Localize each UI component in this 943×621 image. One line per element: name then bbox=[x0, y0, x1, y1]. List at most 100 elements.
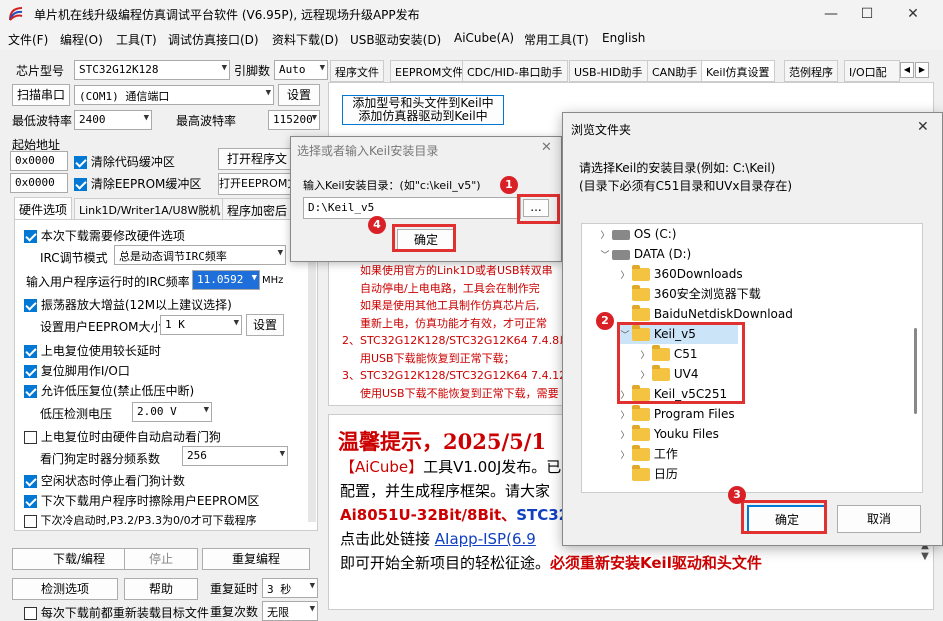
menu-debug[interactable]: 调试仿真接口(D) bbox=[168, 31, 259, 48]
pin-select[interactable]: Auto ▼ bbox=[274, 60, 328, 80]
browse-cancel-button[interactable]: 取消 bbox=[837, 505, 921, 533]
menu-usb-driver[interactable]: USB驱动安装(D) bbox=[350, 31, 441, 48]
browse-close-icon[interactable]: ✕ bbox=[917, 119, 929, 135]
amp-gain-checkbox[interactable]: 振荡器放大增益(12M以上建议选择) bbox=[24, 296, 232, 313]
scan-port-button[interactable]: 扫描串口 bbox=[12, 84, 70, 106]
max-baud-select[interactable]: 115200 ▼ bbox=[268, 110, 320, 130]
chevron-down-icon: ▼ bbox=[311, 113, 317, 123]
help-button[interactable]: 帮助 bbox=[124, 578, 198, 600]
tab-keil-sim[interactable]: Keil仿真设置 bbox=[701, 60, 775, 82]
erase-eeprom-checkbox[interactable]: 下次下载用户程序时擦除用户EEPROM区 bbox=[24, 492, 259, 509]
add-keil-header-button[interactable]: 添加型号和头文件到Keil中 添加仿真器驱动到Keil中 bbox=[342, 95, 504, 125]
tab-scroll-left-icon[interactable]: ◀ bbox=[900, 62, 914, 78]
port-settings-button[interactable]: 设置 bbox=[278, 84, 320, 106]
tree-item-baidunetdisk[interactable]: BaiduNetdiskDownload bbox=[618, 304, 793, 324]
highlight-browse bbox=[517, 194, 560, 224]
tab-examples[interactable]: 范例程序 bbox=[784, 60, 838, 82]
menu-english[interactable]: English bbox=[602, 31, 645, 45]
p32-checkbox[interactable]: 下次冷启动时,P3.2/P3.3为0/0才可下载程序 bbox=[24, 512, 257, 528]
tab-encrypt[interactable]: 程序加密后 bbox=[222, 198, 293, 220]
minimize-button[interactable]: — bbox=[816, 4, 846, 24]
maximize-button[interactable]: ☐ bbox=[852, 4, 882, 24]
idle-wdt-checkbox[interactable]: 空闲状态时停止看门狗计数 bbox=[24, 472, 185, 489]
folder-icon bbox=[632, 445, 650, 461]
eeprom-size-label: 设置用户EEPROM大小 bbox=[40, 320, 163, 334]
lvd-voltage-label: 低压检测电压 bbox=[40, 407, 113, 421]
tab-cdc-serial[interactable]: CDC/HID-串口助手 bbox=[462, 60, 568, 82]
dialog-close-icon[interactable]: ✕ bbox=[541, 140, 552, 155]
lvd-voltage-select[interactable]: 2.00 V ▼ bbox=[132, 402, 212, 422]
menu-file[interactable]: 文件(F) bbox=[8, 31, 48, 48]
tab-can[interactable]: CAN助手 bbox=[647, 60, 703, 82]
chevron-down-icon: ▼ bbox=[309, 604, 315, 614]
mhz-unit: MHz bbox=[262, 275, 284, 286]
chevron-down-icon: ▼ bbox=[265, 88, 271, 98]
max-baud-label: 最高波特率 bbox=[176, 114, 237, 128]
eeprom-size-select[interactable]: 1 K ▼ bbox=[160, 315, 242, 335]
folder-icon bbox=[632, 265, 650, 281]
menu-aicube[interactable]: AiCube(A) bbox=[454, 31, 514, 45]
drive-icon bbox=[612, 229, 630, 240]
open-program-button[interactable]: 打开程序文 bbox=[218, 148, 296, 170]
wdt-div-label: 看门狗定时器分频系数 bbox=[40, 452, 161, 466]
clear-code-checkbox[interactable]: 清除代码缓冲区 bbox=[74, 153, 175, 170]
tree-item-os-c[interactable]: 〉 OS (C:) bbox=[598, 224, 676, 244]
pin-label: 引脚数 bbox=[234, 64, 271, 78]
chevron-down-icon: ▼ bbox=[251, 273, 257, 283]
menu-downloads[interactable]: 资料下载(D) bbox=[272, 31, 339, 48]
aiapp-link[interactable]: AIapp-ISP(6.9 bbox=[435, 530, 536, 548]
repeat-count-select[interactable]: 无限 ▼ bbox=[262, 601, 318, 621]
step-badge-1: 1 bbox=[500, 176, 518, 194]
repeat-program-button[interactable]: 重复编程 bbox=[202, 548, 310, 570]
menu-program[interactable]: 编程(O) bbox=[60, 31, 103, 48]
reload-checkbox[interactable]: 每次下载前都重新装载目标文件 bbox=[24, 604, 209, 621]
long-delay-checkbox[interactable]: 上电复位使用较长延时 bbox=[24, 342, 161, 359]
code-addr-field[interactable]: 0x0000 bbox=[10, 151, 68, 171]
tab-eeprom-file[interactable]: EEPROM文件 bbox=[390, 60, 469, 82]
clear-eeprom-checkbox[interactable]: 清除EEPROM缓冲区 bbox=[74, 175, 201, 192]
port-select[interactable]: (COM1) 通信端口 ▼ bbox=[74, 85, 274, 105]
tree-item-calendar[interactable]: 日历 bbox=[618, 464, 678, 484]
chip-select[interactable]: STC32G12K128 ▼ bbox=[74, 60, 230, 80]
eeprom-set-button[interactable]: 设置 bbox=[246, 314, 284, 336]
tab-hardware-options[interactable]: 硬件选项 bbox=[14, 197, 73, 219]
tree-item-360downloads[interactable]: 〉 360Downloads bbox=[618, 264, 743, 284]
folder-icon bbox=[632, 425, 650, 441]
wdt-div-select[interactable]: 256 ▼ bbox=[182, 446, 288, 466]
reset-io-checkbox[interactable]: 复位脚用作I/O口 bbox=[24, 362, 130, 379]
tree-item-program-files[interactable]: 〉 Program Files bbox=[618, 404, 735, 424]
options-scrollbar[interactable] bbox=[308, 222, 316, 522]
chevron-down-icon: ▼ bbox=[233, 318, 239, 328]
tab-scroll-right-icon[interactable]: ▶ bbox=[915, 62, 929, 78]
folder-icon bbox=[632, 305, 650, 321]
tab-io-config[interactable]: I/O口配 bbox=[844, 60, 900, 82]
eeprom-addr-field[interactable]: 0x0000 bbox=[10, 173, 68, 193]
app-logo-icon bbox=[9, 7, 23, 21]
tree-item-data-d[interactable]: ﹀ DATA (D:) bbox=[598, 244, 691, 264]
menu-common-tools[interactable]: 常用工具(T) bbox=[524, 31, 589, 48]
auto-wdt-checkbox[interactable]: 上电复位时由硬件自动启动看门狗 bbox=[24, 428, 221, 445]
lvd-reset-checkbox[interactable]: 允许低压复位(禁止低压中断) bbox=[24, 382, 194, 399]
irc-freq-input[interactable]: 11.0592 ▼ bbox=[192, 270, 260, 290]
modify-hw-checkbox[interactable]: 本次下载需要修改硬件选项 bbox=[24, 227, 185, 244]
tab-program-file[interactable]: 程序文件 bbox=[330, 60, 384, 82]
highlight-ok bbox=[392, 224, 456, 252]
keil-dir-input[interactable]: D:\Keil_v5 bbox=[303, 197, 521, 219]
folder-icon bbox=[632, 465, 650, 481]
close-button[interactable]: ✕ bbox=[898, 4, 928, 24]
tree-item-youku[interactable]: 〉 Youku Files bbox=[618, 424, 719, 444]
tab-link1d[interactable]: Link1D/Writer1A/U8W脱机 bbox=[74, 198, 226, 220]
folder-icon bbox=[632, 405, 650, 421]
irc-mode-select[interactable]: 总是动态调节IRC频率 ▼ bbox=[114, 245, 286, 265]
stop-button[interactable]: 停止 bbox=[124, 548, 198, 570]
menu-tools[interactable]: 工具(T) bbox=[116, 31, 157, 48]
tree-item-work[interactable]: 〉 工作 bbox=[618, 444, 678, 464]
min-baud-select[interactable]: 2400 ▼ bbox=[74, 110, 152, 130]
tree-scrollbar[interactable] bbox=[914, 328, 917, 414]
tree-item-360browser[interactable]: 360安全浏览器下载 bbox=[618, 284, 761, 304]
repeat-delay-select[interactable]: 3 秒 ▼ bbox=[262, 578, 318, 598]
check-options-button[interactable]: 检测选项 bbox=[12, 578, 118, 600]
open-eeprom-button[interactable]: 打开EEPROM文 bbox=[218, 173, 296, 195]
tip-line-5: 即可开始全新项目的轻松征途。必须重新安装Keil驱动和头文件 bbox=[340, 554, 762, 572]
tab-usb-hid[interactable]: USB-HID助手 bbox=[569, 60, 648, 82]
